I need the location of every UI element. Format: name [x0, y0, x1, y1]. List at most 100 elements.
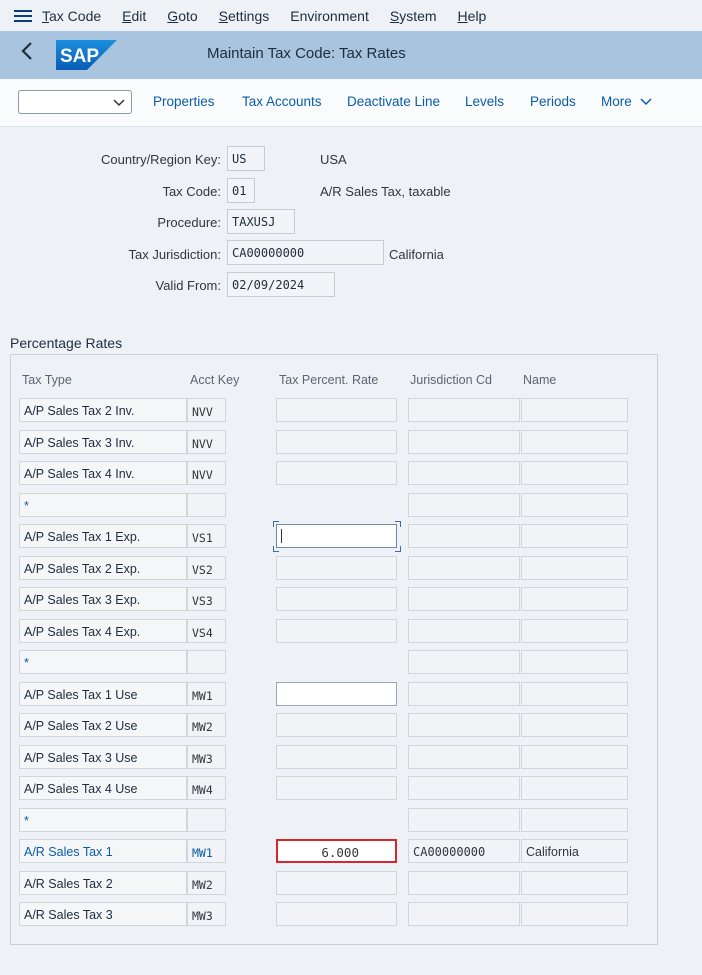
tax-rate-input	[276, 398, 397, 422]
valid-from-field[interactable]: 02/09/2024	[227, 272, 335, 297]
more-label: More	[601, 94, 632, 109]
more-button[interactable]: More	[601, 94, 652, 109]
tax-rate-input	[276, 430, 397, 454]
levels-button[interactable]: Levels	[465, 94, 504, 109]
focus-corner	[273, 521, 279, 527]
tax-code-label: Tax Code:	[162, 184, 221, 199]
tax-type-cell: A/P Sales Tax 1 Use	[19, 682, 187, 706]
menu-system[interactable]: System	[390, 8, 437, 24]
menu-settings[interactable]: Settings	[219, 8, 270, 24]
acct-key-cell	[187, 650, 226, 674]
tax-rate-input	[276, 619, 397, 643]
tax-type-cell: *	[19, 808, 187, 832]
acct-key-cell	[187, 493, 226, 517]
menu-mnemonic: G	[167, 7, 179, 24]
acct-key-cell: MW1	[187, 682, 226, 706]
tax-rate-input	[276, 556, 397, 580]
jurisdiction-cell	[408, 871, 520, 895]
menu-goto[interactable]: Goto	[167, 8, 197, 24]
tax-accounts-button[interactable]: Tax Accounts	[242, 94, 322, 109]
tax-jurisdiction-field[interactable]: CA00000000	[227, 240, 384, 265]
menu-mnemonic: E	[122, 7, 132, 24]
tax-type-cell: A/P Sales Tax 4 Exp.	[19, 619, 187, 643]
name-cell	[521, 619, 628, 643]
tax-rate-input[interactable]	[276, 682, 397, 706]
name-cell	[521, 430, 628, 454]
page-title: Maintain Tax Code: Tax Rates	[207, 45, 406, 62]
hamburger-menu-icon[interactable]	[14, 9, 32, 22]
sap-logo: SAP	[56, 40, 117, 70]
country-description: USA	[320, 152, 347, 167]
acct-key-cell: MW1	[187, 839, 226, 863]
menu-tax-code[interactable]: Tax Code	[42, 8, 101, 24]
jurisdiction-cell	[408, 493, 520, 517]
menu-label: Environment	[290, 7, 369, 24]
tax-rate-input[interactable]: 6.000	[276, 839, 397, 863]
jurisdiction-cell	[408, 713, 520, 737]
jurisdiction-cell	[408, 461, 520, 485]
acct-key-cell: VS4	[187, 619, 226, 643]
acct-key-cell	[187, 808, 226, 832]
periods-button[interactable]: Periods	[530, 94, 576, 109]
menu-label: elp	[467, 7, 487, 24]
tax-type-cell: A/P Sales Tax 4 Use	[19, 776, 187, 800]
tax-type-cell: *	[19, 650, 187, 674]
acct-key-cell: MW2	[187, 871, 226, 895]
name-cell	[521, 587, 628, 611]
name-cell	[521, 745, 628, 769]
menu-edit[interactable]: Edit	[122, 8, 146, 24]
tax-rate-input	[276, 587, 397, 611]
jurisdiction-cell	[408, 619, 520, 643]
tax-type-cell: *	[19, 493, 187, 517]
menu-bar: Tax Code Edit Goto Settings Environment Syste…	[0, 0, 702, 32]
title-bar: SAP Maintain Tax Code: Tax Rates	[0, 31, 702, 79]
menu-help[interactable]: Help	[458, 8, 487, 24]
jurisdiction-cell	[408, 682, 520, 706]
tax-type-cell: A/P Sales Tax 3 Exp.	[19, 587, 187, 611]
tax-rate-input[interactable]	[276, 524, 397, 548]
properties-button[interactable]: Properties	[153, 94, 215, 109]
jurisdiction-cell	[408, 776, 520, 800]
tax-jurisdiction-description: California	[389, 247, 444, 262]
jurisdiction-cell	[408, 650, 520, 674]
deactivate-line-button[interactable]: Deactivate Line	[347, 94, 440, 109]
menu-environment[interactable]: Environment	[290, 8, 369, 24]
command-field-dropdown[interactable]	[18, 90, 132, 114]
acct-key-cell: MW3	[187, 745, 226, 769]
tax-type-cell: A/P Sales Tax 3 Use	[19, 745, 187, 769]
tax-type-cell: A/P Sales Tax 1 Exp.	[19, 524, 187, 548]
jurisdiction-cell	[408, 808, 520, 832]
country-field[interactable]: US	[227, 146, 265, 171]
acct-key-cell: MW3	[187, 902, 226, 926]
procedure-field[interactable]: TAXUSJ	[227, 209, 295, 234]
acct-key-cell: VS1	[187, 524, 226, 548]
menu-label: ettings	[228, 7, 270, 24]
focus-corner	[273, 546, 279, 552]
menu-mnemonic: H	[457, 7, 468, 24]
back-arrow-icon[interactable]	[20, 41, 44, 69]
percentage-rates-title: Percentage Rates	[10, 335, 123, 351]
jurisdiction-cell	[408, 430, 520, 454]
svg-text:SAP: SAP	[60, 46, 99, 67]
procedure-label: Procedure:	[157, 215, 221, 230]
menu-label: oto	[178, 7, 198, 24]
tax-type-cell: A/R Sales Tax 2	[19, 871, 187, 895]
valid-from-label: Valid From:	[155, 278, 222, 293]
tax-rate-input	[276, 713, 397, 737]
acct-key-cell: NVV	[187, 398, 226, 422]
name-cell	[521, 871, 628, 895]
jurisdiction-cell	[408, 902, 520, 926]
jurisdiction-cell	[408, 556, 520, 580]
tax-type-cell: A/P Sales Tax 2 Inv.	[19, 398, 187, 422]
acct-key-cell: MW2	[187, 713, 226, 737]
tax-rate-input	[276, 871, 397, 895]
name-cell	[521, 902, 628, 926]
column-header-tax-percent-rate: Tax Percent. Rate	[279, 373, 379, 387]
tax-rate-input	[276, 461, 397, 485]
column-header-acct-key: Acct Key	[190, 373, 240, 387]
tax-code-field[interactable]: 01	[227, 178, 255, 203]
jurisdiction-cell: CA00000000	[408, 839, 520, 863]
name-cell	[521, 650, 628, 674]
country-label: Country/Region Key:	[101, 152, 221, 167]
tax-rate-input	[276, 745, 397, 769]
